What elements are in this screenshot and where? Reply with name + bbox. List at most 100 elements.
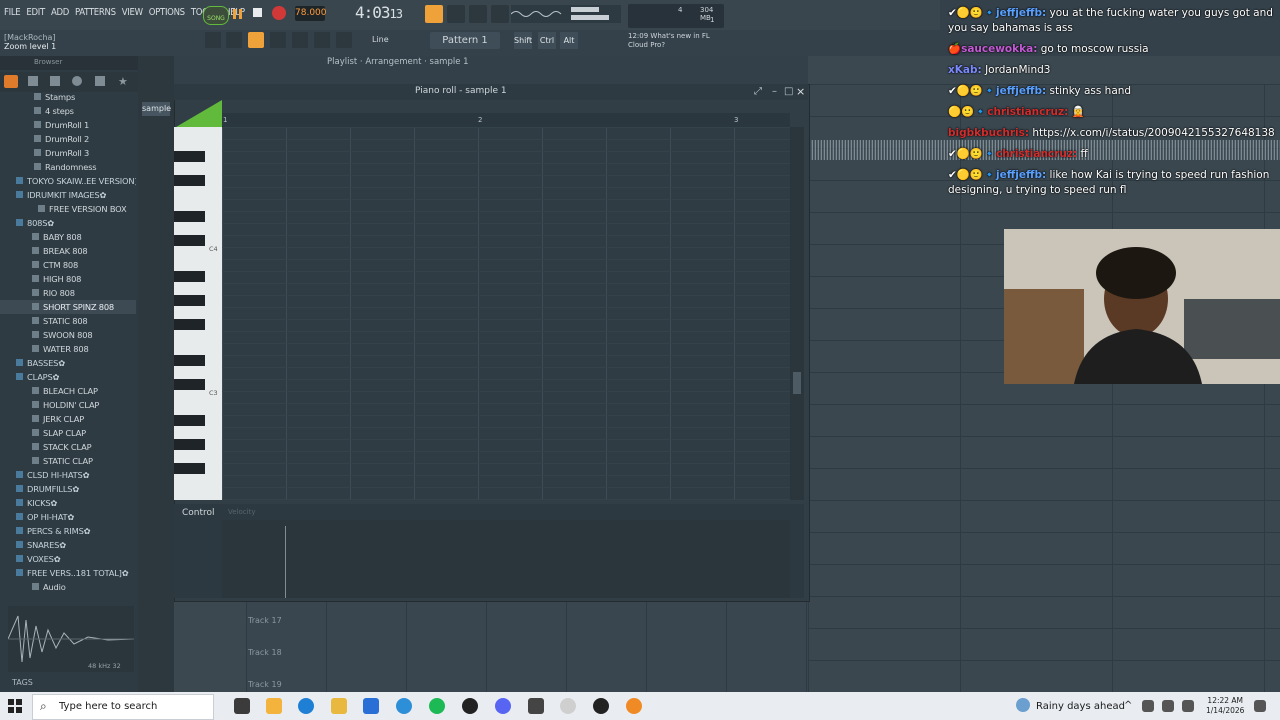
weather-widget[interactable]: Rainy days ahead — [1036, 701, 1125, 712]
taskbar-search-input[interactable]: ⌕ Type here to search — [32, 694, 214, 720]
browser-tree-item[interactable]: HOLDIN' CLAP — [0, 398, 136, 412]
app-icon[interactable] — [396, 698, 412, 714]
loop-record-icon[interactable] — [469, 5, 487, 23]
browser-tree-item[interactable]: 4 steps — [0, 104, 136, 118]
browser-add-icon[interactable] — [4, 75, 18, 88]
mixer-icon[interactable] — [270, 32, 286, 48]
velocity-marker[interactable] — [285, 526, 286, 598]
browser-cloud-icon[interactable] — [95, 76, 105, 86]
black-key[interactable] — [174, 415, 205, 426]
browser-collapse-icon[interactable] — [50, 76, 60, 86]
browser-tree-item[interactable]: BLEACH CLAP — [0, 384, 136, 398]
app-icon[interactable] — [560, 698, 576, 714]
menu-item[interactable]: VIEW — [122, 7, 143, 18]
black-key[interactable] — [174, 211, 205, 222]
close-icon[interactable]: × — [796, 85, 805, 98]
network-icon[interactable] — [1142, 700, 1154, 712]
black-key[interactable] — [174, 175, 205, 186]
discord-icon[interactable] — [495, 698, 511, 714]
browser-tree-item[interactable]: TOKYO SKAIW..EE VERSION] — [0, 174, 136, 188]
browser-tree-item[interactable]: CLAPS✿ — [0, 370, 136, 384]
track-header[interactable]: Track 17 — [246, 606, 306, 636]
menu-item[interactable]: EDIT — [26, 7, 45, 18]
alt-key-button[interactable]: Alt — [560, 32, 578, 49]
photos-app-icon[interactable] — [266, 698, 282, 714]
tempo-display[interactable]: 78.000 — [295, 6, 327, 21]
arrow-right-icon[interactable] — [314, 32, 330, 48]
app-icon[interactable] — [462, 698, 478, 714]
ctrl-key-button[interactable]: Ctrl — [538, 32, 556, 49]
note-grid[interactable] — [222, 127, 790, 500]
black-key[interactable] — [174, 463, 205, 474]
weather-icon[interactable] — [1016, 698, 1030, 712]
spotify-icon[interactable] — [429, 698, 445, 714]
browser-tree-item[interactable]: OP HI-HAT✿ — [0, 510, 136, 524]
browser-tree-item[interactable]: Randomness — [0, 160, 136, 174]
windows-start-icon[interactable] — [8, 699, 22, 713]
control-target[interactable]: Velocity — [228, 508, 255, 516]
browser-tree-item[interactable]: STATIC CLAP — [0, 454, 136, 468]
piano-roll-ruler[interactable]: 1 2 3 — [222, 113, 790, 127]
track-header[interactable]: Track 18 — [246, 638, 306, 668]
record-button[interactable] — [272, 6, 286, 20]
browser-tree-item[interactable]: FREE VERS..181 TOTAL]✿ — [0, 566, 136, 580]
browser-tree-item[interactable]: WATER 808 — [0, 342, 136, 356]
microphone-icon[interactable] — [336, 32, 352, 48]
black-key[interactable] — [174, 319, 205, 330]
browser-tree-item[interactable]: CLSD HI-HATS✿ — [0, 468, 136, 482]
menu-item[interactable]: OPTIONS — [149, 7, 185, 18]
stop-button[interactable] — [251, 6, 265, 20]
scroll-thumb[interactable] — [793, 372, 801, 394]
minimize-icon[interactable]: – — [772, 86, 777, 97]
store-app-icon[interactable] — [363, 698, 379, 714]
obs-icon[interactable] — [593, 698, 609, 714]
menu-item[interactable]: PATTERNS — [75, 7, 116, 18]
black-key[interactable] — [174, 151, 205, 162]
snap-selector[interactable]: Line — [372, 35, 389, 44]
browser-tree-item[interactable]: SLAP CLAP — [0, 426, 136, 440]
black-key[interactable] — [174, 439, 205, 450]
browser-tree-item[interactable]: RIO 808 — [0, 286, 136, 300]
file-explorer-icon[interactable] — [331, 698, 347, 714]
browser-tree-item[interactable]: Stamps — [0, 90, 136, 104]
chevron-up-icon[interactable]: ^ — [1124, 700, 1132, 711]
browser-tree-item[interactable]: SWOON 808 — [0, 328, 136, 342]
piano-roll-icon[interactable] — [248, 32, 264, 48]
browser-tree-item[interactable]: BABY 808 — [0, 230, 136, 244]
shift-key-button[interactable]: Shift — [514, 32, 532, 49]
favorite-star-icon[interactable]: ★ — [118, 75, 128, 88]
browser-tree-item[interactable]: JERK CLAP — [0, 412, 136, 426]
maximize-icon[interactable]: □ — [784, 86, 793, 97]
vertical-scrollbar[interactable] — [790, 127, 804, 500]
browser-file-icon[interactable] — [28, 76, 38, 86]
black-key[interactable] — [174, 355, 205, 366]
channel-rack-icon[interactable] — [226, 32, 242, 48]
browser-tree-item[interactable]: DrumRoll 3 — [0, 146, 136, 160]
browser-tree-item[interactable]: BREAK 808 — [0, 244, 136, 258]
browser-tree-item[interactable]: VOXES✿ — [0, 552, 136, 566]
browser-tree-item[interactable]: DRUMFILLS✿ — [0, 482, 136, 496]
tags-label[interactable]: TAGS — [12, 678, 33, 687]
menu-item[interactable]: ADD — [51, 7, 69, 18]
browser-tree-item[interactable]: IDRUMKIT IMAGES✿ — [0, 188, 136, 202]
task-view-icon[interactable] — [234, 698, 250, 714]
browser-tree-item[interactable]: HIGH 808 — [0, 272, 136, 286]
browser-tree-item[interactable]: DrumRoll 2 — [0, 132, 136, 146]
black-key[interactable] — [174, 235, 205, 246]
browser-search-icon[interactable] — [72, 76, 82, 86]
browser-tree-item[interactable]: Audio — [0, 580, 136, 594]
browser-tree-item[interactable]: 808S✿ — [0, 216, 136, 230]
browser-tree-item[interactable]: STACK CLAP — [0, 440, 136, 454]
browser-tree-item[interactable]: DrumRoll 1 — [0, 118, 136, 132]
control-label[interactable]: Control — [182, 508, 215, 518]
browser-tree-item[interactable]: KICKS✿ — [0, 496, 136, 510]
browser-tree-item[interactable]: FREE VERSION BOX — [0, 202, 136, 216]
browser-tree-item[interactable]: CTM 808 — [0, 258, 136, 272]
song-mode-toggle[interactable]: SONG — [203, 6, 229, 25]
news-panel[interactable]: 12:09 What's new in FL Cloud Pro? — [628, 32, 710, 50]
browser-tree-item[interactable]: SNARES✿ — [0, 538, 136, 552]
taskbar-clock[interactable]: 12:22 AM 1/14/2026 — [1206, 696, 1244, 716]
channel-settings-icon[interactable] — [292, 32, 308, 48]
play-pause-button[interactable] — [230, 6, 246, 22]
volume-icon[interactable] — [1182, 700, 1194, 712]
